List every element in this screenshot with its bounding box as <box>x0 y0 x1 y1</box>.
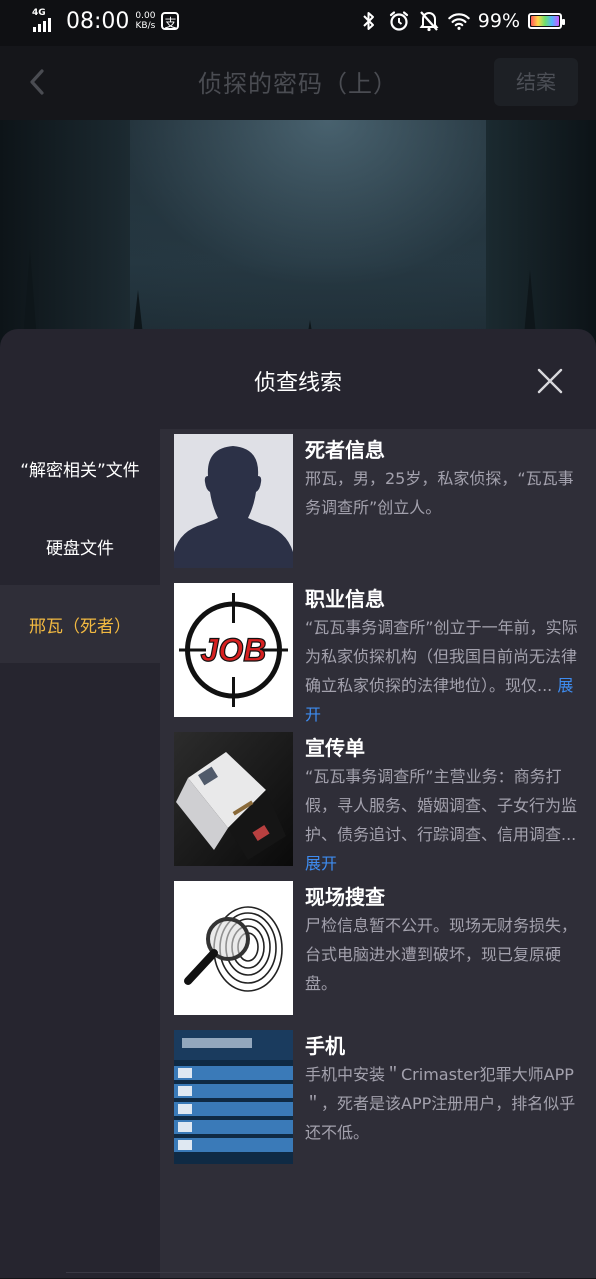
category-victim[interactable]: 邢瓦（死者） <box>0 585 160 663</box>
job-crosshair-image: JOB <box>174 583 293 717</box>
clue-title: 现场搜查 <box>305 885 385 909</box>
wifi-icon <box>448 10 470 32</box>
clue-item-occupation-info[interactable]: JOB 职业信息 “瓦瓦事务调查所”创立于一年前，实际为私家侦探机构（但我国目前… <box>174 583 584 724</box>
network-speed-value: 0.00 <box>135 11 156 21</box>
bluetooth-icon <box>358 10 380 32</box>
clue-item-scene-search[interactable]: 现场搜查 尸检信息暂不公开。现场无财务损失，台式电脑进水遭到破坏，现已复原硬盘。 <box>174 881 584 1015</box>
category-sidebar: “解密相关”文件 硬盘文件 邢瓦（死者） <box>0 429 160 1278</box>
clue-title: 宣传单 <box>305 736 365 760</box>
network-speed-unit: KB/s <box>135 21 156 31</box>
clue-item-flyer[interactable]: 宣传单 “瓦瓦事务调查所”主营业务：商务打假，寻人服务、婚姻调查、子女行为监护、… <box>174 732 584 873</box>
clue-title: 死者信息 <box>305 438 385 462</box>
top-nav-bar: 侦探的密码（上） 结案 <box>0 46 596 120</box>
silhouette-image <box>174 434 293 568</box>
clue-title: 职业信息 <box>305 587 385 611</box>
clues-panel: 侦查线索 “解密相关”文件 硬盘文件 邢瓦（死者） 死者信息 邢瓦，男，25岁，… <box>0 329 596 1278</box>
fingerprint-magnifier-image <box>174 881 293 1015</box>
network-type: 4G <box>32 8 46 18</box>
category-disk-files[interactable]: 硬盘文件 <box>0 507 160 585</box>
mute-bell-icon <box>418 10 440 32</box>
close-icon <box>537 368 563 394</box>
clue-description: 尸检信息暂不公开。现场无财务损失，台式电脑进水遭到破坏，现已复原硬盘。 <box>305 916 578 993</box>
close-case-button[interactable]: 结案 <box>494 58 578 106</box>
job-logo-text: JOB <box>201 632 267 668</box>
network-speed: 0.00 KB/s <box>135 11 155 31</box>
clue-list: 死者信息 邢瓦，男，25岁，私家侦探，“瓦瓦事务调查所”创立人。 JOB 职业信… <box>160 429 596 1278</box>
battery-icon <box>528 13 565 29</box>
clue-description: “瓦瓦事务调查所”主营业务：商务打假，寻人服务、婚姻调查、子女行为监护、债务追讨… <box>305 767 578 873</box>
battery-percent: 99% <box>477 10 520 32</box>
clue-title: 手机 <box>305 1034 345 1058</box>
expand-link[interactable]: 展开 <box>305 854 337 873</box>
clue-description: 邢瓦，男，25岁，私家侦探，“瓦瓦事务调查所”创立人。 <box>305 469 574 517</box>
clue-description: “瓦瓦事务调查所”创立于一年前，实际为私家侦探机构（但我国目前尚无法律确立私家侦… <box>305 618 578 724</box>
app-screenshot-image <box>174 1030 293 1164</box>
clock: 08:00 <box>66 8 130 34</box>
close-panel-button[interactable] <box>536 367 564 395</box>
panel-title: 侦查线索 <box>253 371 342 396</box>
clue-item-phone[interactable]: 手机 手机中安装＂Crimaster犯罪大师APP＂，死者是该APP注册用户，排… <box>174 1030 584 1164</box>
category-decrypt-files[interactable]: “解密相关”文件 <box>0 429 160 507</box>
status-bar: 4G 08:00 0.00 KB/s 支 99% <box>0 0 596 46</box>
brochure-image <box>174 732 293 866</box>
clue-item-victim-info[interactable]: 死者信息 邢瓦，男，25岁，私家侦探，“瓦瓦事务调查所”创立人。 <box>174 434 584 568</box>
alipay-notification-icon: 支 <box>161 12 180 30</box>
clue-description: 手机中安装＂Crimaster犯罪大师APP＂，死者是该APP注册用户，排名似乎… <box>305 1065 576 1142</box>
alarm-icon <box>388 10 410 32</box>
cellular-signal-icon: 4G <box>32 8 60 34</box>
